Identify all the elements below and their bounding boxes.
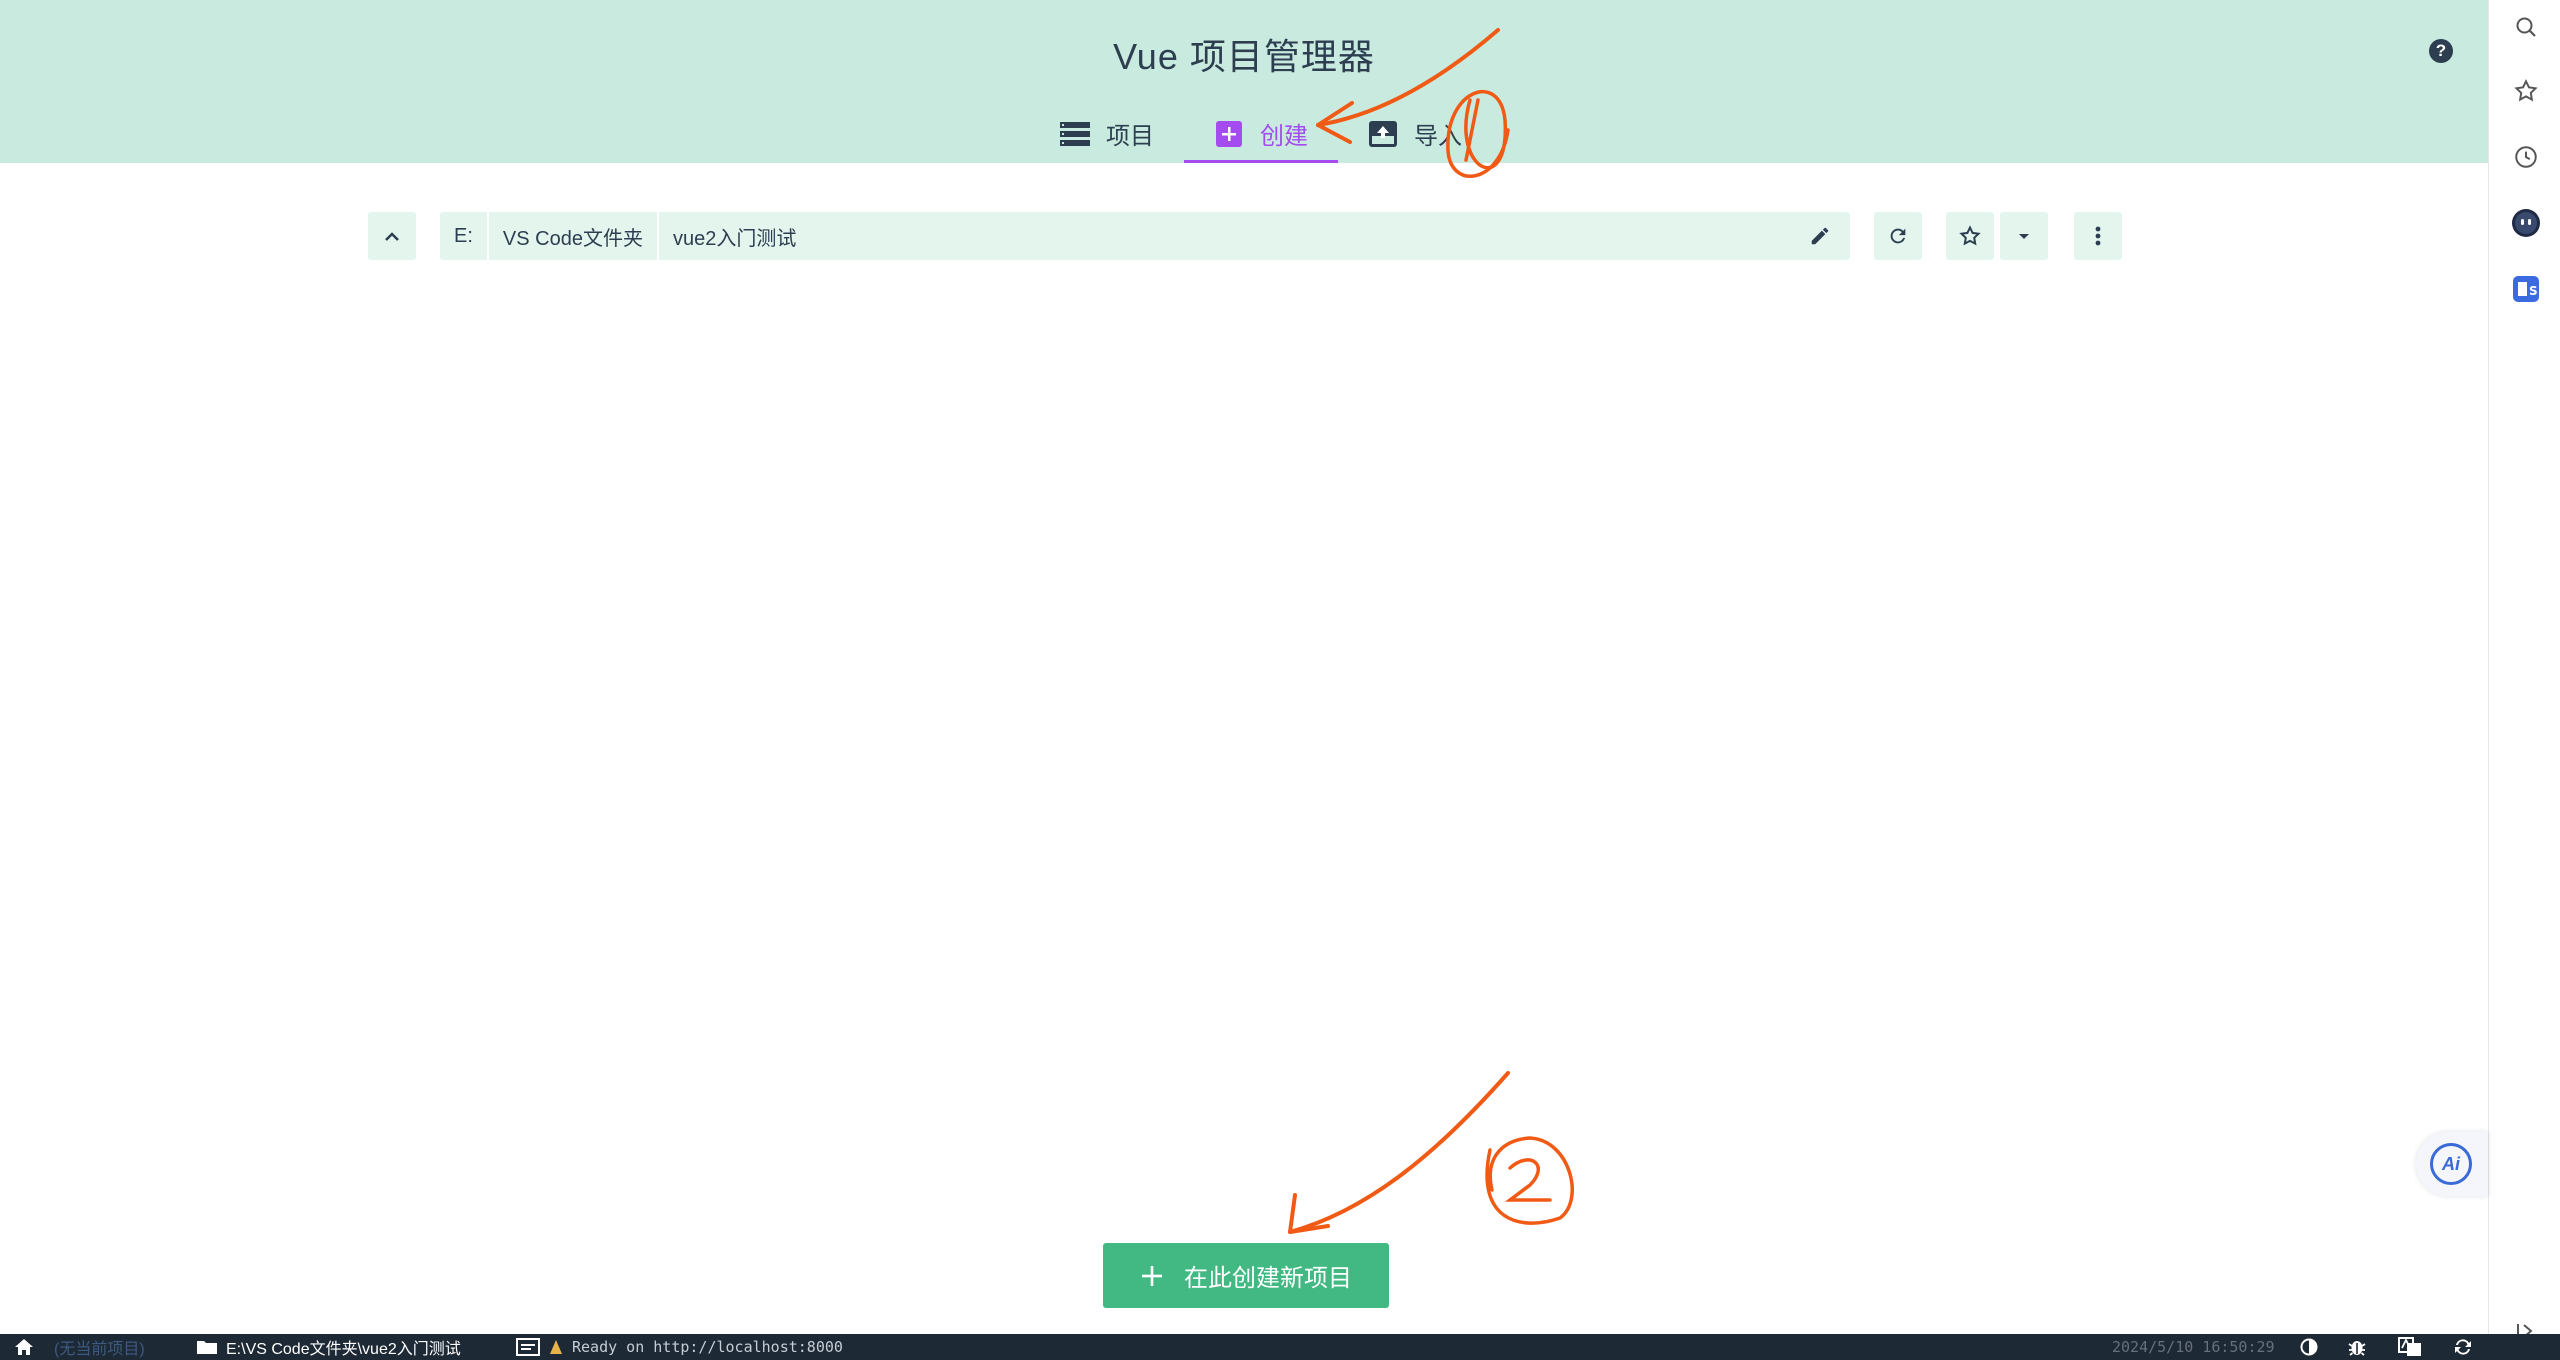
- status-bar: (无当前项目) E:\VS Code文件夹\vue2入门测试 Ready on …: [0, 1334, 2560, 1360]
- language-button[interactable]: [2398, 1334, 2422, 1360]
- bug-icon: [2348, 1341, 2366, 1356]
- dark-mode-toggle[interactable]: [2300, 1334, 2318, 1360]
- main-tabs: 项目 创建 导入: [1030, 104, 1492, 163]
- report-bug-button[interactable]: [2348, 1334, 2366, 1360]
- sync-icon: [2455, 1339, 2471, 1355]
- unarchive-icon: [1368, 120, 1398, 147]
- ai-assistant-button[interactable]: Ai: [2416, 1132, 2488, 1196]
- home-icon: [15, 1339, 33, 1355]
- handwritten-annotations: [1288, 28, 1574, 1234]
- more-options-button[interactable]: [2074, 212, 2122, 260]
- help-button[interactable]: ?: [2429, 39, 2453, 63]
- home-button[interactable]: [14, 1334, 34, 1360]
- tab-label: 项目: [1106, 123, 1154, 150]
- favorite-folder-button[interactable]: [1946, 212, 1994, 260]
- favorites-dropdown-button[interactable]: [2000, 212, 2048, 260]
- tab-label: 创建: [1260, 123, 1308, 150]
- console-icon: [516, 1338, 540, 1356]
- app-header: Vue 项目管理器 ? 项目 创建 导入: [0, 0, 2488, 163]
- language-icon: [2398, 1337, 2421, 1356]
- log-status[interactable]: Ready on http://localhost:8000: [516, 1334, 843, 1360]
- folder-icon: [197, 1341, 217, 1354]
- cwd-status[interactable]: E:\VS Code文件夹\vue2入门测试: [196, 1334, 461, 1360]
- extension-icon[interactable]: [2511, 208, 2541, 238]
- create-button-label: 在此创建新项目: [1184, 1265, 1352, 1292]
- celebration-icon: [550, 1340, 562, 1354]
- path-segment-folder[interactable]: VS Code文件夹: [489, 212, 659, 260]
- parent-folder-button[interactable]: [368, 212, 416, 260]
- translate-icon[interactable]: S: [2511, 274, 2541, 304]
- pencil-icon: [1811, 227, 1829, 245]
- clock-status: 2024/5/10 16:50:29: [2112, 1338, 2275, 1356]
- tab-create[interactable]: 创建: [1184, 104, 1338, 163]
- list-icon: [1060, 121, 1090, 147]
- add-box-icon: [1214, 120, 1244, 147]
- plus-icon: [1142, 1265, 1162, 1286]
- browser-sidebar: S: [2488, 0, 2560, 1338]
- star-outline-icon: [1959, 225, 1981, 246]
- annotation-circle-2: [1485, 1136, 1574, 1225]
- ai-icon: Ai: [2430, 1143, 2472, 1185]
- svg-text:S: S: [2529, 284, 2538, 298]
- current-project-status[interactable]: (无当前项目): [54, 1334, 145, 1360]
- annotation-arrow-2: [1288, 1071, 1510, 1234]
- path-segment-current[interactable]: vue2入门测试: [659, 212, 810, 260]
- cwd-path: E:\VS Code文件夹\vue2入门测试: [226, 1341, 461, 1358]
- tab-import[interactable]: 导入: [1338, 104, 1492, 163]
- search-icon[interactable]: [2511, 12, 2541, 42]
- page-title: Vue 项目管理器: [1113, 36, 1375, 77]
- more-vert-icon: [2095, 226, 2101, 246]
- create-new-project-button[interactable]: 在此创建新项目: [1103, 1243, 1389, 1308]
- log-message: Ready on http://localhost:8000: [572, 1338, 843, 1356]
- chevron-up-icon: [385, 232, 399, 241]
- path-breadcrumb: E: VS Code文件夹 vue2入门测试: [440, 212, 1850, 260]
- star-icon[interactable]: [2511, 76, 2541, 106]
- tab-projects[interactable]: 项目: [1030, 104, 1184, 163]
- path-segment-drive[interactable]: E:: [440, 212, 489, 260]
- edit-path-button[interactable]: [1800, 212, 1840, 260]
- contrast-icon: [2300, 1338, 2318, 1356]
- tab-label: 导入: [1414, 123, 1462, 150]
- history-icon[interactable]: [2511, 142, 2541, 172]
- caret-down-icon: [2019, 234, 2029, 239]
- refresh-status-button[interactable]: [2452, 1334, 2474, 1360]
- refresh-icon: [1890, 228, 1906, 244]
- refresh-button[interactable]: [1874, 212, 1922, 260]
